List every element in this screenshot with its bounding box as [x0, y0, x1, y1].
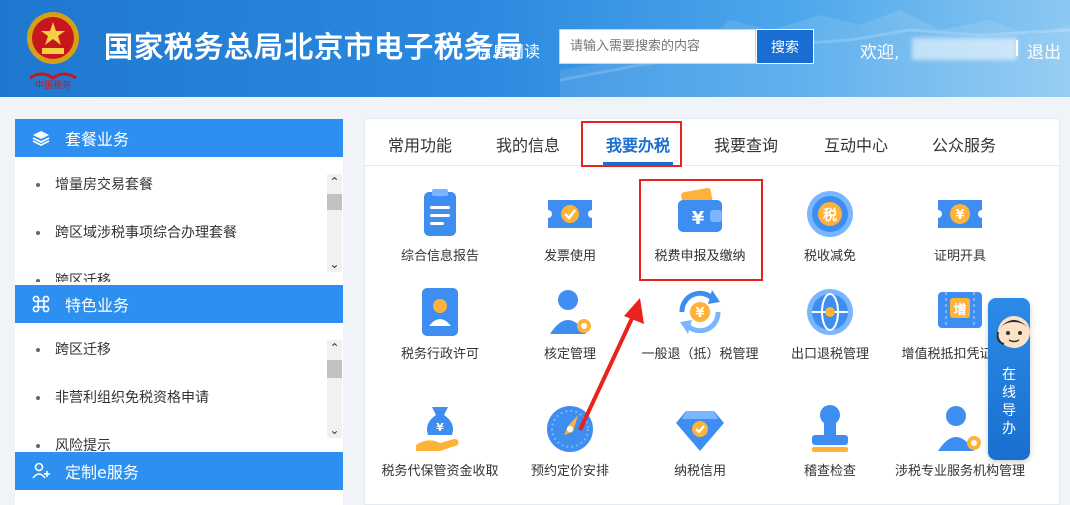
online-guide-label: 在线导办: [1002, 367, 1016, 437]
svg-text:增: 增: [953, 302, 966, 318]
ticket-check-icon: [548, 200, 592, 228]
func-label: 出口退税管理: [790, 347, 869, 362]
diamond-check-icon: [676, 411, 724, 451]
header-separator: [1016, 40, 1018, 56]
func-label: 纳税信用: [673, 464, 726, 479]
sidebar: 套餐业务 增量房交易套餐 跨区域涉税事项综合办理套餐 跨区迁移 ⌃ ⌄ 特色业务…: [15, 119, 343, 505]
func-inspection[interactable]: 稽查检查: [765, 401, 895, 481]
tab-interaction[interactable]: 互动中心: [824, 132, 888, 156]
chevron-down-icon[interactable]: ⌄: [327, 422, 342, 438]
sidebar-section-title: 套餐业务: [65, 130, 130, 149]
command-icon: [32, 295, 50, 313]
func-label: 证明开具: [933, 249, 986, 264]
sidebar-section-featured[interactable]: 特色业务: [15, 285, 343, 323]
func-tax-reduction[interactable]: 税 税收减免: [765, 186, 895, 266]
func-label: 税务代保管资金收取: [381, 464, 499, 479]
scrollbar[interactable]: ⌃ ⌄: [327, 174, 342, 272]
search-input[interactable]: [559, 29, 756, 64]
func-invoice-use[interactable]: 发票使用: [505, 186, 635, 266]
layers-icon: [32, 131, 50, 147]
sidebar-list-package: 增量房交易套餐 跨区域涉税事项综合办理套餐 跨区迁移: [15, 160, 343, 282]
func-certificate[interactable]: ¥ 证明开具: [895, 186, 1025, 266]
func-custodial-funds[interactable]: ¥ 税务代保管资金收取: [375, 401, 505, 481]
svg-text:¥: ¥: [955, 208, 964, 223]
username-redacted: [912, 38, 1017, 60]
scroll-thumb[interactable]: [327, 194, 342, 210]
list-item[interactable]: 增量房交易套餐: [15, 160, 343, 208]
tab-query[interactable]: 我要查询: [714, 132, 778, 156]
red-arrow-annotation: [578, 298, 644, 431]
top-header: 中国税务 国家税务总局北京市电子税务局 信息阅读 搜索 欢迎, 退出: [0, 0, 1070, 97]
svg-text:¥: ¥: [692, 208, 705, 229]
wallet-yuan-icon: ¥: [678, 188, 722, 232]
svg-text:¥: ¥: [436, 421, 444, 434]
func-label: 综合信息报告: [400, 249, 479, 264]
func-label: 稽查检查: [803, 464, 856, 479]
func-label: 预约定价安排: [530, 464, 609, 479]
func-label: 税费申报及缴纳: [654, 249, 746, 264]
svg-text:中国税务: 中国税务: [35, 79, 71, 90]
user-plus-icon: [32, 462, 50, 479]
certificate-yuan-icon: ¥: [938, 200, 982, 228]
func-admin-license[interactable]: 税务行政许可: [375, 284, 505, 364]
reader-link[interactable]: 信息阅读: [476, 38, 540, 62]
chevron-down-icon[interactable]: ⌄: [327, 256, 342, 272]
tax-coin-icon: 税: [807, 191, 853, 237]
sidebar-section-title: 特色业务: [65, 296, 130, 315]
tax-emblem-logo: 中国税务: [27, 12, 79, 90]
money-bag-hand-icon: ¥: [416, 407, 459, 451]
func-label: 发票使用: [543, 249, 596, 264]
tab-common[interactable]: 常用功能: [388, 132, 452, 156]
tab-bar: 常用功能 我的信息 我要办税 我要查询 互动中心 公众服务: [365, 119, 1059, 166]
svg-text:¥: ¥: [695, 306, 704, 321]
func-export-refund[interactable]: 出口退税管理: [765, 284, 895, 364]
support-agent-icon: [996, 316, 1030, 348]
clipboard-icon: [424, 189, 456, 236]
id-card-icon: [422, 288, 458, 336]
func-label: 税收减免: [803, 249, 856, 264]
scrollbar[interactable]: ⌃ ⌄: [327, 340, 342, 438]
logout-link[interactable]: 退出: [1027, 38, 1061, 63]
vat-ticket-icon: 增: [938, 292, 982, 328]
list-item[interactable]: 风险提示: [15, 421, 343, 455]
list-item[interactable]: 非营利组织免税资格申请: [15, 373, 343, 421]
sidebar-section-package[interactable]: 套餐业务: [15, 119, 343, 157]
svg-text:税: 税: [823, 207, 837, 224]
chevron-up-icon[interactable]: ⌃: [327, 174, 342, 190]
welcome-text: 欢迎,: [860, 43, 900, 63]
chevron-up-icon[interactable]: ⌃: [327, 340, 342, 356]
sidebar-section-title: 定制e服务: [65, 463, 139, 482]
site-title: 国家税务总局北京市电子税务局: [104, 30, 525, 64]
list-item[interactable]: 跨区域涉税事项综合办理套餐: [15, 208, 343, 256]
person-gear-icon: [938, 406, 981, 451]
search-button[interactable]: 搜索: [756, 29, 814, 64]
func-label: 税务行政许可: [400, 347, 479, 362]
list-item[interactable]: 跨区迁移: [15, 256, 343, 282]
tab-public-service[interactable]: 公众服务: [932, 132, 996, 156]
highlight-box-tab: [581, 121, 682, 167]
func-comprehensive-report[interactable]: 综合信息报告: [375, 186, 505, 266]
stamp-icon: [812, 405, 848, 452]
list-item[interactable]: 跨区迁移: [15, 325, 343, 373]
tab-my-info[interactable]: 我的信息: [496, 132, 560, 156]
yuan-refresh-icon: ¥: [679, 290, 721, 334]
func-label: 涉税专业服务机构管理: [895, 464, 1026, 479]
sidebar-list-featured: 跨区迁移 非营利组织免税资格申请 风险提示: [15, 325, 343, 455]
sidebar-section-custom[interactable]: 定制e服务: [15, 452, 343, 490]
scroll-thumb[interactable]: [327, 360, 342, 378]
func-tax-declaration-payment[interactable]: ¥ 税费申报及缴纳: [635, 186, 765, 266]
globe-icon: [807, 289, 853, 335]
